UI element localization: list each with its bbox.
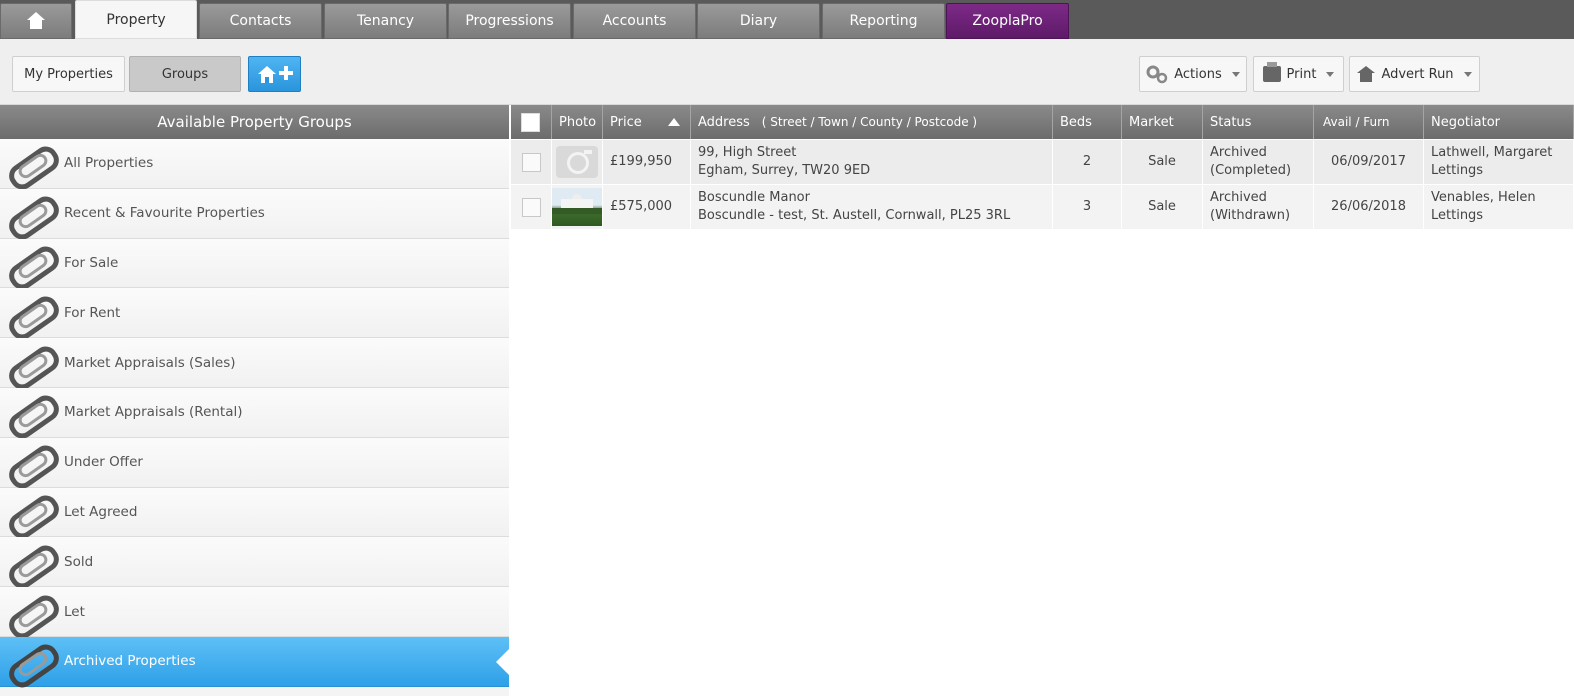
header-status[interactable]: Status: [1203, 105, 1314, 139]
tab-progressions[interactable]: Progressions: [448, 3, 571, 39]
paperclip-icon: [4, 641, 54, 681]
tab-tenancy[interactable]: Tenancy: [324, 3, 447, 39]
paperclip-icon: [4, 392, 54, 432]
address-line1: 99, High Street: [698, 145, 797, 160]
tab-property[interactable]: Property: [75, 0, 197, 39]
actions-button[interactable]: Actions: [1139, 56, 1247, 92]
header-address[interactable]: Address( Street / Town / County / Postco…: [691, 105, 1053, 139]
paperclip-icon: [4, 492, 54, 532]
market: Sale: [1148, 154, 1176, 169]
header-beds[interactable]: Beds: [1053, 105, 1122, 139]
status-detail: (Completed): [1210, 163, 1292, 178]
paperclip-icon: [4, 243, 54, 283]
toolbar: My Properties Groups Actions Print Adver…: [0, 39, 1574, 105]
tab-contacts[interactable]: Contacts: [199, 3, 322, 39]
row-checkbox[interactable]: [521, 152, 541, 172]
paperclip-icon: [4, 542, 54, 582]
print-button[interactable]: Print: [1253, 56, 1344, 92]
tab-diary[interactable]: Diary: [697, 3, 820, 39]
group-item-archived-properties[interactable]: Archived Properties: [0, 636, 509, 687]
group-item-let[interactable]: Let: [0, 587, 509, 637]
sort-ascending-icon: [668, 118, 680, 126]
group-item-for-sale[interactable]: For Sale: [0, 238, 509, 289]
tab-reporting[interactable]: Reporting: [822, 3, 945, 39]
panel-title: Available Property Groups: [0, 105, 509, 139]
paperclip-icon: [4, 343, 54, 383]
property-groups-panel: Available Property Groups All Properties…: [0, 105, 509, 696]
group-item-market-appraisals-sales[interactable]: Market Appraisals (Sales): [0, 338, 509, 388]
main-nav: Property Contacts Tenancy Progressions A…: [0, 0, 1574, 39]
header-market[interactable]: Market: [1122, 105, 1203, 139]
price: £575,000: [610, 199, 673, 214]
camera-placeholder-icon: [556, 146, 598, 178]
group-item-sold[interactable]: Sold: [0, 537, 509, 588]
market: Sale: [1148, 199, 1176, 214]
paperclip-icon: [4, 442, 54, 482]
paperclip-icon: [4, 592, 54, 632]
header-photo[interactable]: Photo: [552, 105, 603, 139]
header-negotiator[interactable]: Negotiator: [1424, 105, 1574, 139]
group-item-recent-favourite[interactable]: Recent & Favourite Properties: [0, 188, 509, 239]
header-select-all: [511, 105, 552, 139]
negotiator-dept: Lettings: [1431, 163, 1484, 178]
paperclip-icon: [4, 293, 54, 333]
house-icon: [1357, 66, 1376, 82]
group-item-all-properties[interactable]: All Properties: [0, 139, 509, 189]
groups-button[interactable]: Groups: [129, 56, 241, 92]
select-all-checkbox[interactable]: [521, 112, 540, 132]
row-checkbox[interactable]: [521, 197, 541, 217]
home-icon: [26, 12, 46, 30]
gears-icon: [1146, 65, 1168, 84]
paperclip-icon: [4, 193, 54, 233]
chevron-down-icon: [1231, 71, 1240, 77]
address-line2: Egham, Surrey, TW20 9ED: [698, 163, 871, 178]
group-item-under-offer[interactable]: Under Offer: [0, 437, 509, 488]
address-line2: Boscundle - test, St. Austell, Cornwall,…: [698, 208, 1011, 223]
selected-pointer: [496, 648, 509, 675]
group-item-let-agreed[interactable]: Let Agreed: [0, 487, 509, 538]
group-item-for-rent[interactable]: For Rent: [0, 288, 509, 339]
avail-date: 06/09/2017: [1331, 154, 1406, 169]
chevron-down-icon: [1326, 71, 1335, 77]
chevron-down-icon: [1463, 71, 1472, 77]
status-detail: (Withdrawn): [1210, 208, 1291, 223]
group-item-market-appraisals-rental[interactable]: Market Appraisals (Rental): [0, 387, 509, 438]
table-row[interactable]: £199,950 99, High Street Egham, Surrey, T…: [511, 140, 1574, 184]
advert-run-button[interactable]: Advert Run: [1349, 56, 1480, 92]
status: Archived: [1210, 190, 1267, 205]
beds: 3: [1082, 199, 1092, 214]
header-avail-furn[interactable]: Avail / Furn: [1314, 105, 1424, 139]
address-parts: ( Street / Town / County / Postcode ): [761, 115, 978, 129]
negotiator-name: Lathwell, Margaret: [1431, 145, 1553, 160]
negotiator-dept: Lettings: [1431, 208, 1484, 223]
avail-date: 26/06/2018: [1331, 199, 1406, 214]
property-photo[interactable]: [552, 188, 602, 226]
beds: 2: [1082, 154, 1092, 169]
tab-accounts[interactable]: Accounts: [573, 3, 696, 39]
address-line1: Boscundle Manor: [698, 190, 810, 205]
paperclip-icon: [4, 143, 54, 183]
add-property-icon: [257, 66, 293, 83]
printer-icon: [1262, 62, 1281, 82]
add-property-button[interactable]: [248, 56, 301, 92]
status: Archived: [1210, 145, 1267, 160]
table-row[interactable]: £575,000 Boscundle Manor Boscundle - test…: [511, 185, 1574, 229]
tab-zooplapro[interactable]: ZooplaPro: [946, 3, 1069, 39]
my-properties-button[interactable]: My Properties: [12, 56, 125, 92]
negotiator-name: Venables, Helen: [1431, 190, 1536, 205]
home-tab[interactable]: [0, 3, 72, 39]
header-price[interactable]: Price: [603, 105, 691, 139]
price: £199,950: [610, 154, 673, 169]
